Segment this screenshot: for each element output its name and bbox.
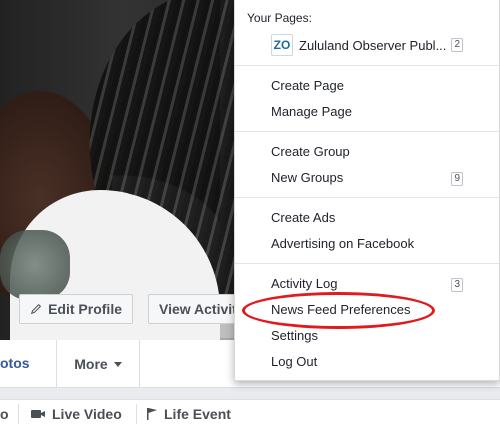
composer-tab-photo-video[interactable]: o xyxy=(0,406,9,422)
menu-item-advertising-on-facebook[interactable]: Advertising on Facebook xyxy=(271,236,414,251)
page-item-zululand-observer[interactable]: ZO Zululand Observer Publ... xyxy=(271,33,499,57)
menu-divider xyxy=(235,65,499,66)
life-event-label: Life Event xyxy=(164,406,231,422)
menu-item-create-group[interactable]: Create Group xyxy=(271,144,350,159)
live-video-label: Live Video xyxy=(52,406,122,422)
page-notification-badge: 2 xyxy=(451,38,463,52)
red-highlight-ellipse xyxy=(242,292,435,329)
tab-more[interactable]: More xyxy=(56,340,140,388)
composer-divider xyxy=(18,404,19,424)
composer-tab-bar: o Live Video Life Event xyxy=(0,399,500,424)
menu-divider xyxy=(235,197,499,198)
activity-log-badge: 3 xyxy=(451,278,463,292)
menu-item-activity-log[interactable]: Activity Log xyxy=(271,276,337,291)
edit-profile-button[interactable]: Edit Profile xyxy=(19,294,133,324)
menu-item-settings[interactable]: Settings xyxy=(271,328,318,343)
menu-item-create-ads[interactable]: Create Ads xyxy=(271,210,335,225)
new-groups-badge: 9 xyxy=(451,172,463,186)
caret-down-icon xyxy=(113,361,122,367)
menu-item-log-out[interactable]: Log Out xyxy=(271,354,317,369)
edit-profile-label: Edit Profile xyxy=(48,301,122,317)
menu-item-manage-page[interactable]: Manage Page xyxy=(271,104,352,119)
view-activity-log-button[interactable]: View Activit xyxy=(148,294,248,324)
pencil-icon xyxy=(30,303,42,315)
composer-tab-live-video[interactable]: Live Video xyxy=(30,406,122,422)
view-activity-label: View Activit xyxy=(159,301,237,317)
page-avatar: ZO xyxy=(271,34,293,56)
menu-divider xyxy=(235,131,499,132)
menu-item-create-page[interactable]: Create Page xyxy=(271,78,344,93)
page-avatar-text: ZO xyxy=(273,38,291,52)
composer-divider xyxy=(136,404,137,424)
tab-more-label: More xyxy=(74,356,108,372)
video-camera-icon xyxy=(31,410,45,418)
your-pages-heading: Your Pages: xyxy=(247,11,312,25)
composer-tab-life-event[interactable]: Life Event xyxy=(146,406,231,422)
menu-item-new-groups[interactable]: New Groups xyxy=(271,170,343,185)
menu-divider xyxy=(235,263,499,264)
flag-icon xyxy=(147,408,157,420)
tab-photos[interactable]: otos xyxy=(0,355,30,371)
arm-tattoo xyxy=(0,230,70,300)
